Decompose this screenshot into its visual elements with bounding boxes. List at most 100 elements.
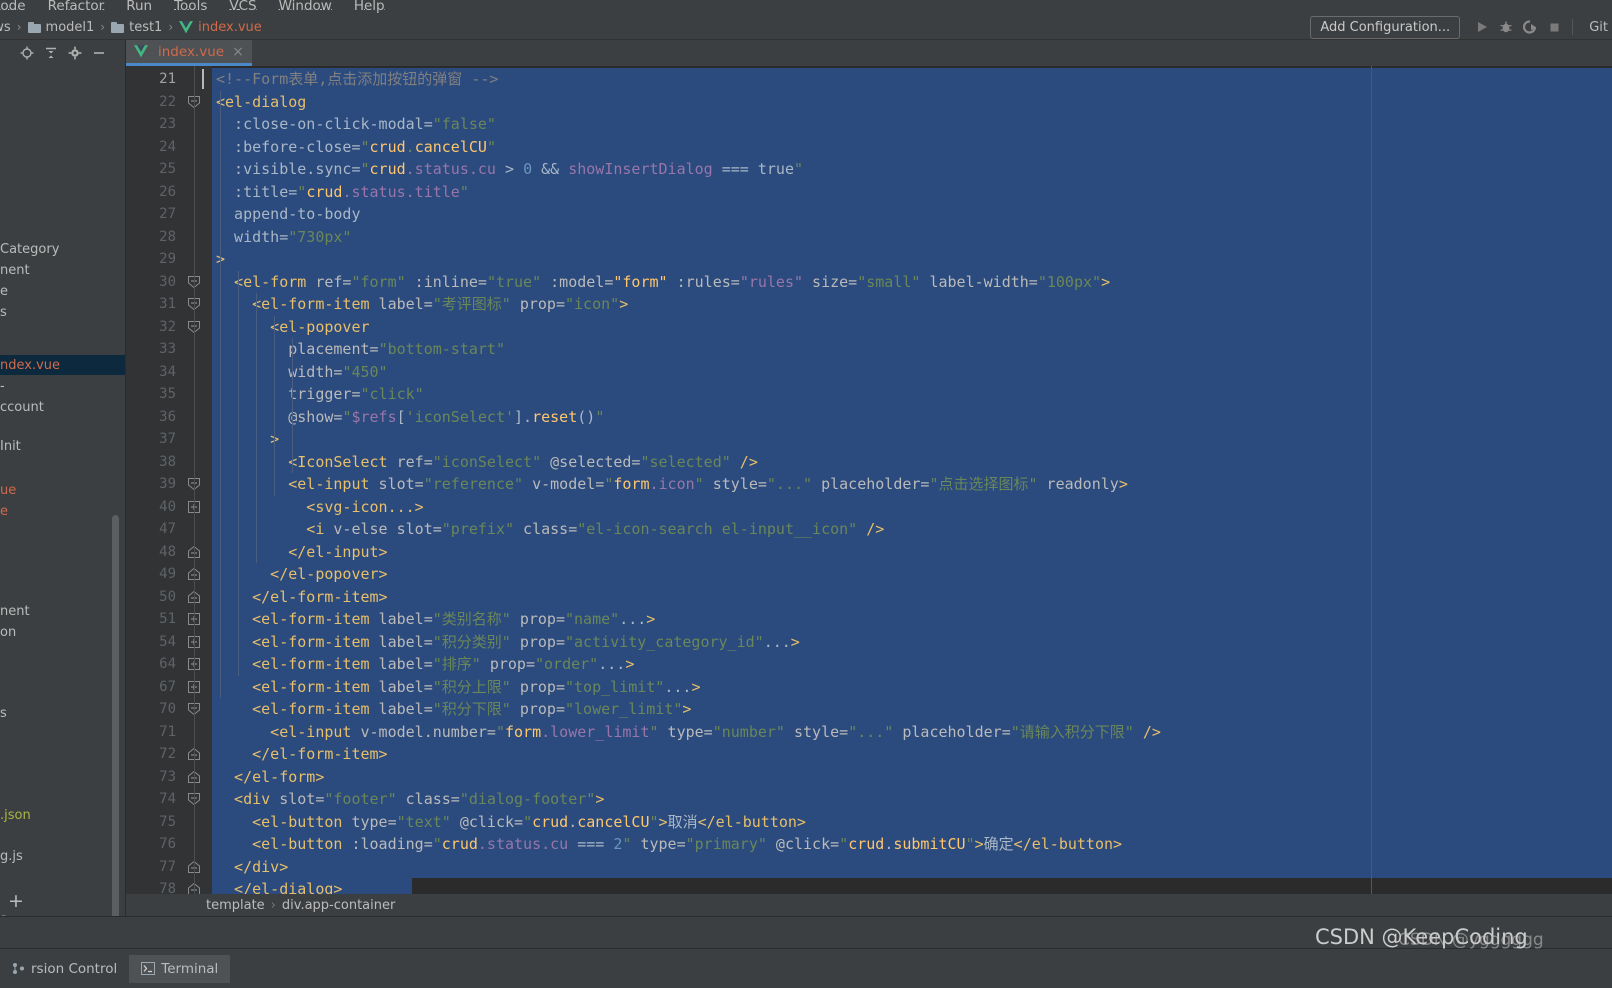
menu-item-tools[interactable]: Tools [163,0,218,14]
list-item[interactable]: e [0,501,126,521]
code-line[interactable]: width="450" [212,360,1612,383]
code-line[interactable]: </el-form-item> [212,743,1612,766]
list-item[interactable]: Init [0,436,126,456]
code-line[interactable]: </el-form-item> [212,585,1612,608]
code-line[interactable]: <svg-icon...> [212,495,1612,518]
code-line[interactable]: </el-popover> [212,563,1612,586]
code-line[interactable]: :close-on-click-modal="false" [212,113,1612,136]
code-line[interactable]: </div> [212,855,1612,878]
code-line[interactable]: :title="crud.status.title" [212,180,1612,203]
navigation-bar: views › model1 › test1 › index.vue Add Configu… [0,15,1612,40]
list-item[interactable]: on [0,622,126,642]
code-line[interactable]: :before-close="crud.cancelCU" [212,135,1612,158]
vue-file-icon [134,45,148,58]
list-item[interactable]: nent [0,260,126,280]
menu-item-refactor[interactable]: Refactor [37,0,116,14]
breadcrumb-item-model1[interactable]: model1 [27,20,94,35]
code-line[interactable]: placement="bottom-start" [212,338,1612,361]
selection-highlight [212,428,1612,451]
menu-item-window[interactable]: Window [268,0,343,14]
code-line[interactable]: <el-form-item label="考评图标" prop="icon"> [212,293,1612,316]
code-line[interactable]: @show="$refs['iconSelect'].reset()" [212,405,1612,428]
run-with-coverage-icon[interactable] [1518,16,1542,38]
list-item[interactable]: e [0,281,126,301]
code-line[interactable]: <el-form-item label="积分上限" prop="top_lim… [212,675,1612,698]
version-control-icon [13,963,24,974]
debug-icon[interactable] [1494,16,1518,38]
menu-item-code[interactable]: Code [0,0,37,14]
code-text: > [212,250,225,268]
code-text: <el-button type="text" @click="crud.canc… [216,812,806,831]
ide-window: CodeRefactorRunToolsVCSWindowHelp views ›… [0,0,1612,988]
code-line[interactable]: <el-form-item label="积分下限" prop="lower_l… [212,698,1612,721]
list-item[interactable]: s [0,302,126,322]
editor-breadcrumb-item[interactable]: template [206,898,265,913]
code-line[interactable]: <el-dialog [212,90,1612,113]
breadcrumb-item-index-vue[interactable]: index.vue [179,20,262,35]
selection-highlight [212,248,1612,271]
list-item[interactable]: ccount [0,397,126,417]
menu-item-run[interactable]: Run [115,0,163,14]
code-line[interactable]: <el-input v-model.number="form.lower_lim… [212,720,1612,743]
code-line[interactable]: <el-button :loading="crud.status.cu === … [212,833,1612,856]
list-item[interactable]: ndex.vue [0,355,126,375]
code-line[interactable]: <el-button type="text" @click="crud.canc… [212,810,1612,833]
git-label[interactable]: Git [1589,20,1608,35]
code-line[interactable]: <el-input slot="reference" v-model="form… [212,473,1612,496]
menu-item-help[interactable]: Help [343,0,396,14]
code-line[interactable]: append-to-body [212,203,1612,226]
code-line[interactable]: <el-form-item label="类别名称" prop="name"..… [212,608,1612,631]
code-line[interactable]: <!--Form表单,点击添加按钮的弹窗 --> [212,68,1612,91]
code-line[interactable]: </el-dialog> [212,878,1612,894]
code-line[interactable]: width="730px" [212,225,1612,248]
locate-icon[interactable] [16,42,38,64]
code-line[interactable]: > [212,248,1612,271]
collapse-all-icon[interactable] [40,42,62,64]
list-item[interactable]: .json [0,805,126,825]
hide-panel-icon[interactable] [88,42,110,64]
code-line[interactable]: <el-form-item label="积分类别" prop="activit… [212,630,1612,653]
code-line[interactable]: </el-input> [212,540,1612,563]
stop-icon[interactable] [1542,16,1566,38]
run-icon[interactable] [1470,16,1494,38]
code-line[interactable]: > [212,428,1612,451]
gear-icon[interactable] [64,42,86,64]
code-line[interactable]: <el-form ref="form" :inline="true" :mode… [212,270,1612,293]
code-line[interactable]: <IconSelect ref="iconSelect" @selected="… [212,450,1612,473]
tab-index-vue[interactable]: index.vue × [126,40,252,66]
list-item[interactable]: s [0,703,126,723]
line-number: 70 [159,701,176,717]
menu-item-vcs[interactable]: VCS [218,0,267,14]
list-item-label: nent [0,603,30,619]
code-line[interactable]: <el-form-item label="排序" prop="order"...… [212,653,1612,676]
editor-breadcrumb[interactable]: template › div.app-container [126,894,1612,916]
code-line[interactable]: :visible.sync="crud.status.cu > 0 && sho… [212,158,1612,181]
editor-gutter[interactable]: 21 22 23 24 25 26 27 28 29 30 31 32 33 34 35 36 37 38 39 40… [126,66,212,894]
add-button[interactable]: + [0,888,126,914]
close-icon[interactable]: × [232,44,244,60]
code-line[interactable]: </el-form> [212,765,1612,788]
line-number: 51 [159,611,176,627]
code-content[interactable]: <!--Form表单,点击添加按钮的弹窗 --> <el-dialog :clos… [212,66,1612,894]
add-configuration-button[interactable]: Add Configuration... [1310,15,1461,39]
code-line[interactable]: <div slot="footer" class="dialog-footer"… [212,788,1612,811]
breadcrumb-item-views[interactable]: views [0,20,11,35]
list-item[interactable]: - [0,376,126,396]
code-editor[interactable]: 21 22 23 24 25 26 27 28 29 30 31 32 33 34 35 36 37 38 39 40… [126,66,1612,894]
breadcrumb-item-test1[interactable]: test1 [111,20,162,35]
editor-breadcrumb-item[interactable]: div.app-container [282,898,395,913]
list-item[interactable]: g.js [0,846,126,866]
list-item[interactable]: nent [0,601,126,621]
sidebar-scrollbar[interactable] [112,515,119,928]
list-item[interactable]: ue [0,480,126,500]
line-number: 39 [159,476,176,492]
tool-tab-terminal[interactable]: Terminal [129,954,231,983]
tool-tab-version-control[interactable]: rsion Control [0,955,129,983]
list-item[interactable]: Category [0,239,126,259]
breadcrumb[interactable]: views › model1 › test1 › index.vue [0,20,262,35]
project-tree[interactable]: Category nent e s ndex.vue - ccount Init ue e nent… [0,66,126,927]
line-number: 30 [159,273,176,290]
code-line[interactable]: <i v-else slot="prefix" class="el-icon-s… [212,518,1612,541]
code-line[interactable]: trigger="click" [212,383,1612,406]
code-line[interactable]: <el-popover [212,315,1612,338]
